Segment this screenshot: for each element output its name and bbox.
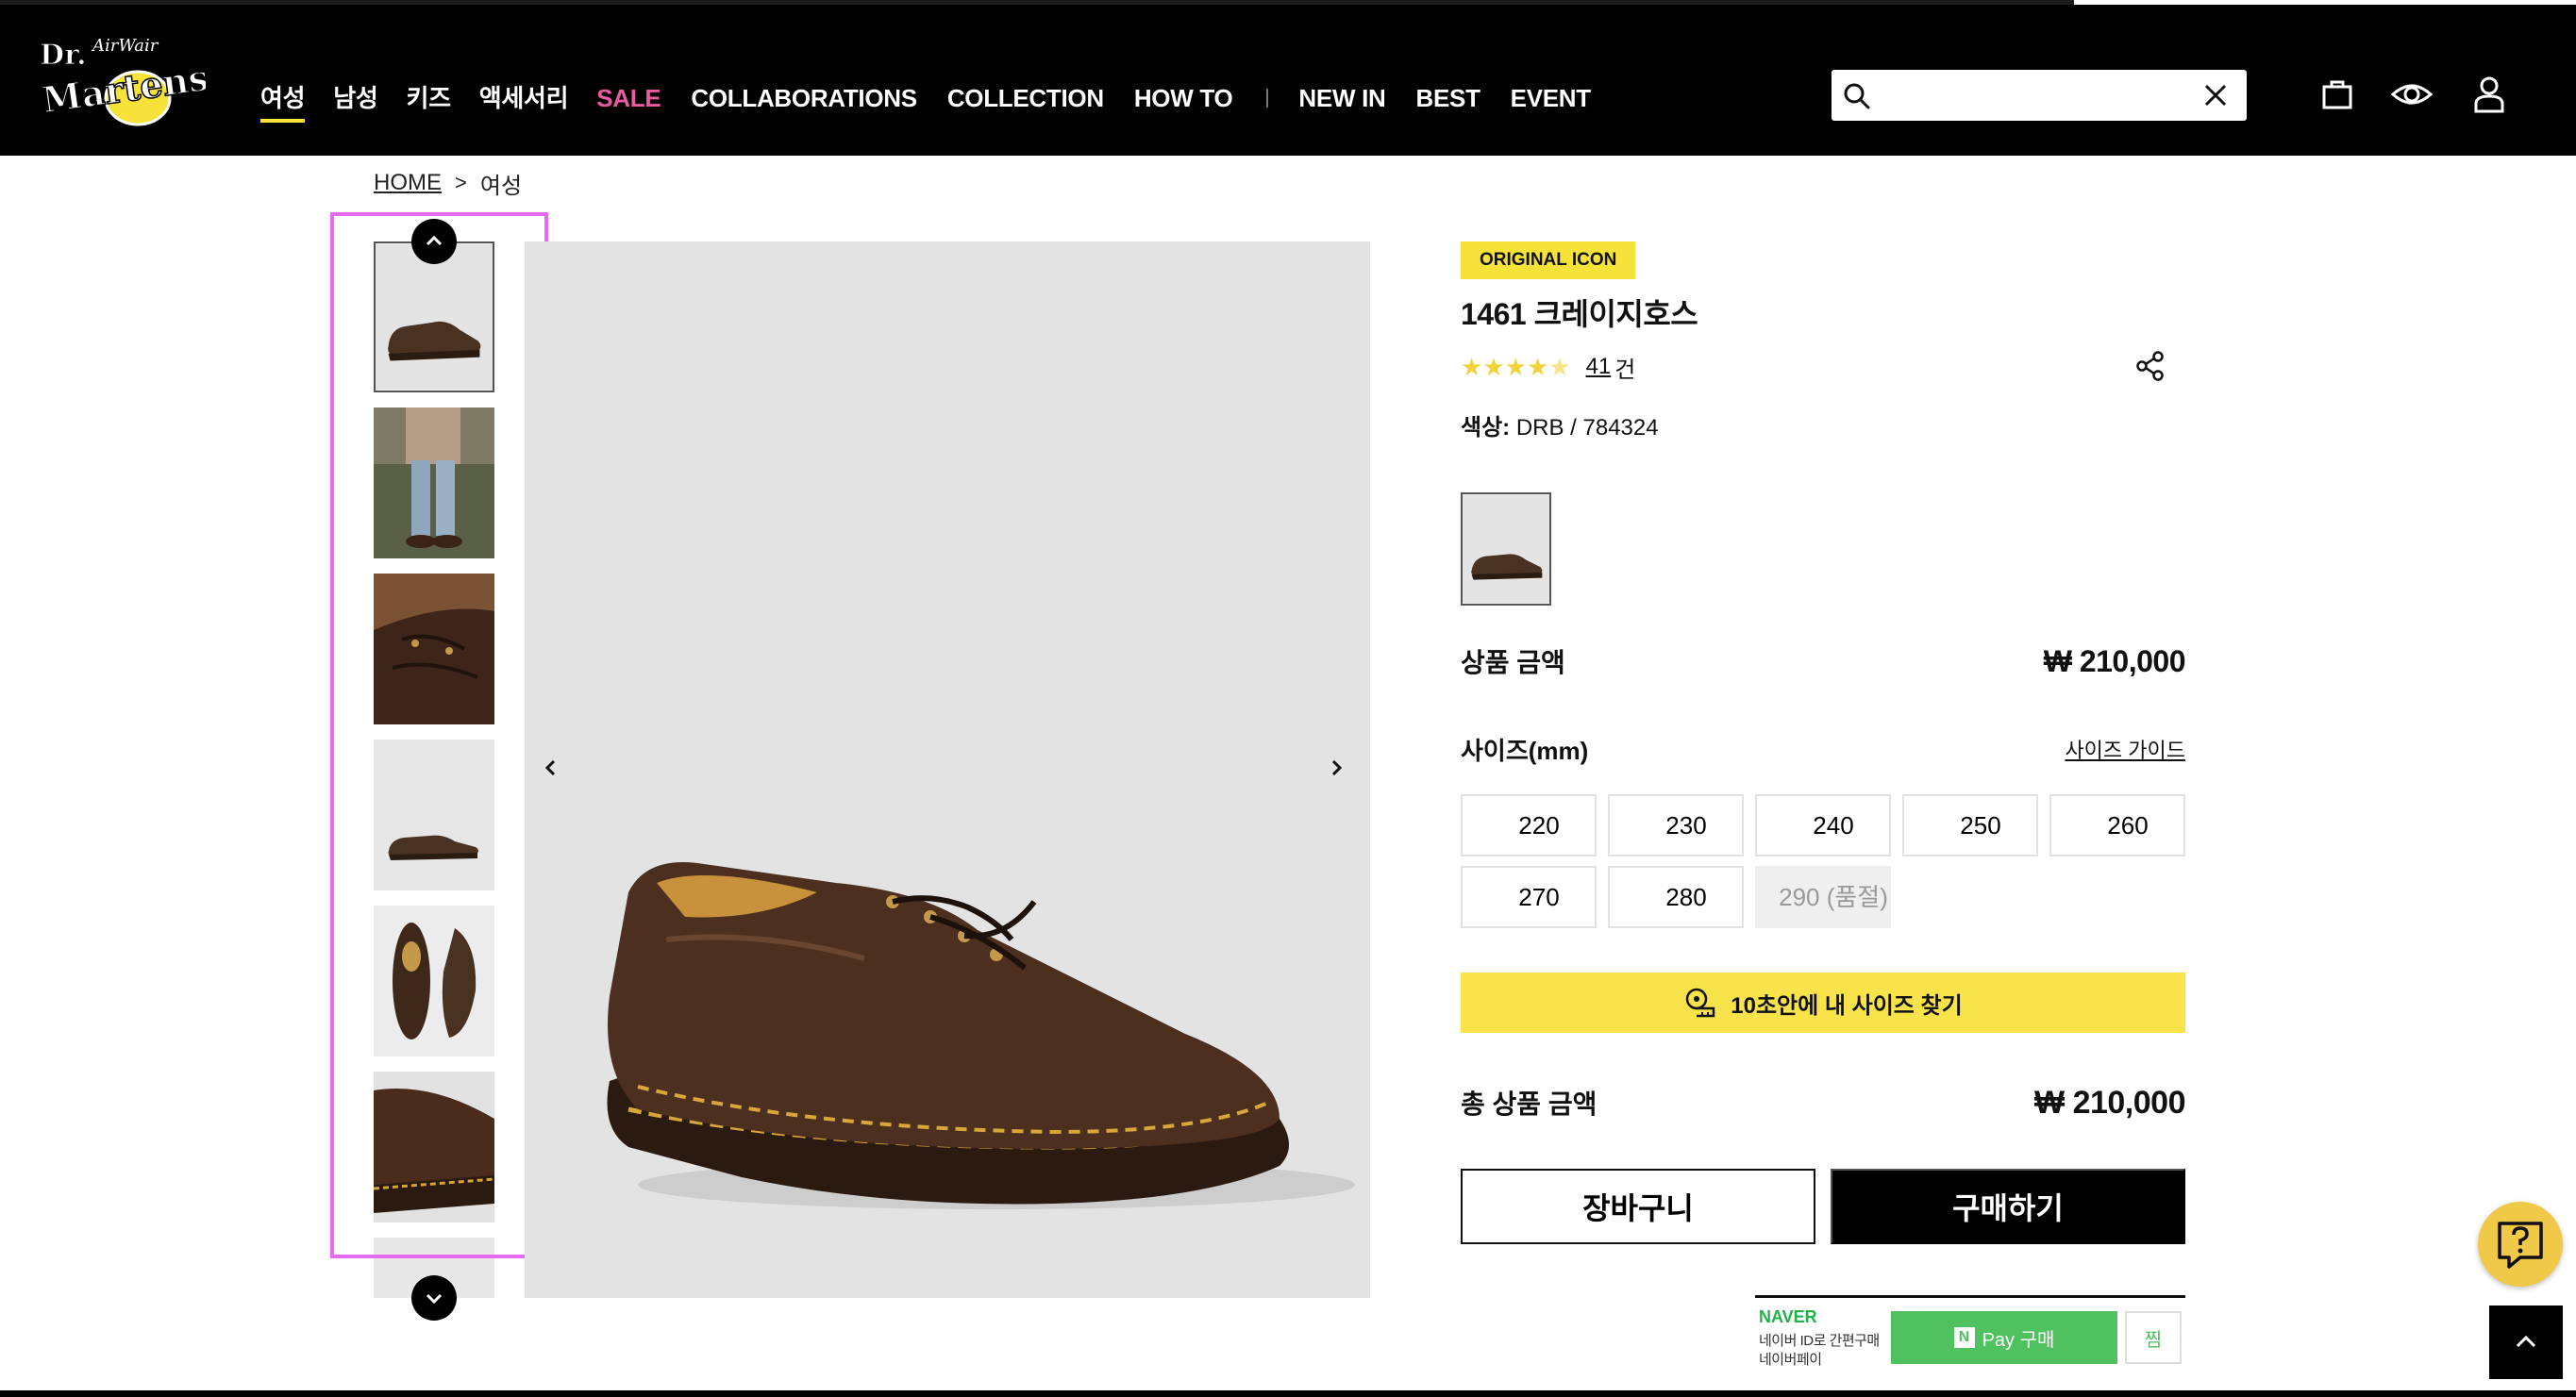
logo-icon: Dr. Martens AirWair xyxy=(39,36,212,126)
window-bottom-edge xyxy=(0,1390,2576,1397)
help-question-icon xyxy=(2498,1222,2543,1269)
dr-martens-logo[interactable]: Dr. Martens AirWair xyxy=(36,32,212,126)
nav-item-accessories[interactable]: 액세서리 xyxy=(479,77,569,119)
search-input[interactable] xyxy=(1881,77,2183,113)
rating-row: ★ ★ ★ ★ ★ 41 건 xyxy=(1461,351,1635,383)
size-option-270[interactable]: 270 xyxy=(1461,866,1597,928)
size-option-260[interactable]: 260 xyxy=(2049,794,2185,856)
shoe-image xyxy=(607,862,1355,1209)
star-icon: ★ xyxy=(1482,353,1505,381)
color-swatch[interactable] xyxy=(1461,492,1551,606)
site-header: Dr. Martens AirWair 여성 남성 키즈 액세서리 SALE C… xyxy=(0,0,2576,156)
add-to-cart-button[interactable]: 장바구니 xyxy=(1461,1169,1815,1244)
svg-text:AirWair: AirWair xyxy=(91,36,159,56)
naver-logo: NAVER xyxy=(1759,1307,1817,1326)
color-row: 색상: DRB / 784324 xyxy=(1461,408,1659,441)
buy-now-button[interactable]: 구매하기 xyxy=(1831,1169,2185,1244)
thumbnail-strip-highlight xyxy=(330,212,548,1258)
nav-item-men[interactable]: 남성 xyxy=(333,77,378,119)
size-title: 사이즈(mm) xyxy=(1461,736,1589,765)
find-size-label: 10초안에 내 사이즈 찾기 xyxy=(1731,992,1963,1019)
price-row: 상품 금액 ₩ 210,000 xyxy=(1461,638,2186,685)
nav-item-event[interactable]: EVENT xyxy=(1511,77,1591,119)
shopping-bag-icon[interactable] xyxy=(2317,74,2358,115)
naver-pay-name: 네이버페이 xyxy=(1759,1352,1822,1368)
nav-item-how-to[interactable]: HOW TO xyxy=(1134,77,1233,119)
total-row: 총 상품 금액 ₩ 210,000 xyxy=(1461,1079,2185,1126)
color-label: 색상: xyxy=(1461,415,1511,441)
naver-n-icon: N xyxy=(1953,1327,1975,1348)
breadcrumb: HOME > 여성 xyxy=(374,164,522,202)
search-icon[interactable] xyxy=(1843,82,1871,110)
share-icon[interactable] xyxy=(2132,347,2169,385)
scroll-to-top-button[interactable] xyxy=(2489,1306,2563,1379)
size-header: 사이즈(mm) 사이즈 가이드 xyxy=(1461,730,2185,768)
nav-item-kids[interactable]: 키즈 xyxy=(407,77,452,119)
review-count-link[interactable]: 41 xyxy=(1586,354,1612,380)
size-option-280[interactable]: 280 xyxy=(1608,866,1744,928)
nav-item-women[interactable]: 여성 xyxy=(260,77,306,123)
star-icon: ★ xyxy=(1504,353,1527,381)
find-my-size-button[interactable]: 10초안에 내 사이즈 찾기 xyxy=(1461,973,2185,1033)
help-chat-button[interactable] xyxy=(2478,1202,2563,1287)
nav-item-collection[interactable]: COLLECTION xyxy=(947,77,1104,119)
naver-pay-caption: 네이버 ID로 간편구매 xyxy=(1759,1333,1880,1349)
tape-measure-icon xyxy=(1686,988,1715,1018)
total-label: 총 상품 금액 xyxy=(1461,1089,1597,1119)
nav-divider xyxy=(1266,89,1269,108)
size-option-220[interactable]: 220 xyxy=(1461,794,1597,856)
user-icon[interactable] xyxy=(2468,74,2510,115)
shoe-swatch-image xyxy=(1463,494,1549,604)
product-badge: ORIGINAL ICON xyxy=(1461,241,1636,279)
chevron-left-icon xyxy=(544,759,556,776)
eye-icon[interactable] xyxy=(2391,74,2433,115)
naver-pay-button-label: Pay 구매 xyxy=(1982,1329,2055,1351)
main-product-image xyxy=(525,241,1370,1298)
naver-pay-section: NAVER 네이버 ID로 간편구매 네이버페이 N Pay 구매 찜 xyxy=(1755,1295,2185,1380)
color-value: DRB / 784324 xyxy=(1515,415,1659,441)
close-icon[interactable] xyxy=(2200,79,2232,111)
star-half-icon: ★ xyxy=(1548,353,1571,381)
chevron-up-icon xyxy=(426,235,443,246)
nav-item-best[interactable]: BEST xyxy=(1416,77,1480,119)
star-rating: ★ ★ ★ ★ ★ xyxy=(1461,355,1571,379)
size-option-230[interactable]: 230 xyxy=(1608,794,1744,856)
star-icon: ★ xyxy=(1526,353,1549,381)
product-title: 1461 크레이지호스 xyxy=(1461,297,1698,331)
nav-item-sale[interactable]: SALE xyxy=(596,77,661,119)
nav-item-new-in[interactable]: NEW IN xyxy=(1298,77,1385,119)
nav-item-collaborations[interactable]: COLLABORATIONS xyxy=(691,77,917,119)
naver-pay-button[interactable]: N Pay 구매 xyxy=(1891,1311,2117,1364)
prev-image-button[interactable] xyxy=(530,747,572,789)
naver-wishlist-button[interactable]: 찜 xyxy=(2125,1311,2182,1364)
total-value: ₩ 210,000 xyxy=(2034,1084,2185,1121)
star-icon: ★ xyxy=(1461,353,1483,381)
breadcrumb-home[interactable]: HOME xyxy=(374,170,442,196)
main-nav: 여성 남성 키즈 액세서리 SALE COLLABORATIONS COLLEC… xyxy=(260,77,1591,123)
review-unit: 건 xyxy=(1614,357,1636,383)
chevron-right-icon xyxy=(1331,759,1343,776)
price-label: 상품 금액 xyxy=(1461,648,1565,677)
svg-text:Dr.: Dr. xyxy=(40,39,87,72)
price-value: ₩ 210,000 xyxy=(2043,643,2186,678)
size-option-250[interactable]: 250 xyxy=(1902,794,2038,856)
thumbnail-up-button[interactable] xyxy=(411,219,457,264)
search-box xyxy=(1832,70,2247,121)
breadcrumb-separator: > xyxy=(455,171,467,194)
size-guide-link[interactable]: 사이즈 가이드 xyxy=(2065,734,2185,764)
next-image-button[interactable] xyxy=(1315,747,1357,789)
breadcrumb-current: 여성 xyxy=(479,173,523,199)
size-option-240[interactable]: 240 xyxy=(1755,794,1891,856)
page-progress-fill xyxy=(2074,0,2576,5)
thumbnail-down-button[interactable] xyxy=(411,1275,457,1321)
chevron-down-icon xyxy=(426,1293,443,1305)
chevron-up-icon xyxy=(2516,1335,2536,1348)
size-option-290-soldout[interactable]: 290 (품절) xyxy=(1755,866,1891,928)
